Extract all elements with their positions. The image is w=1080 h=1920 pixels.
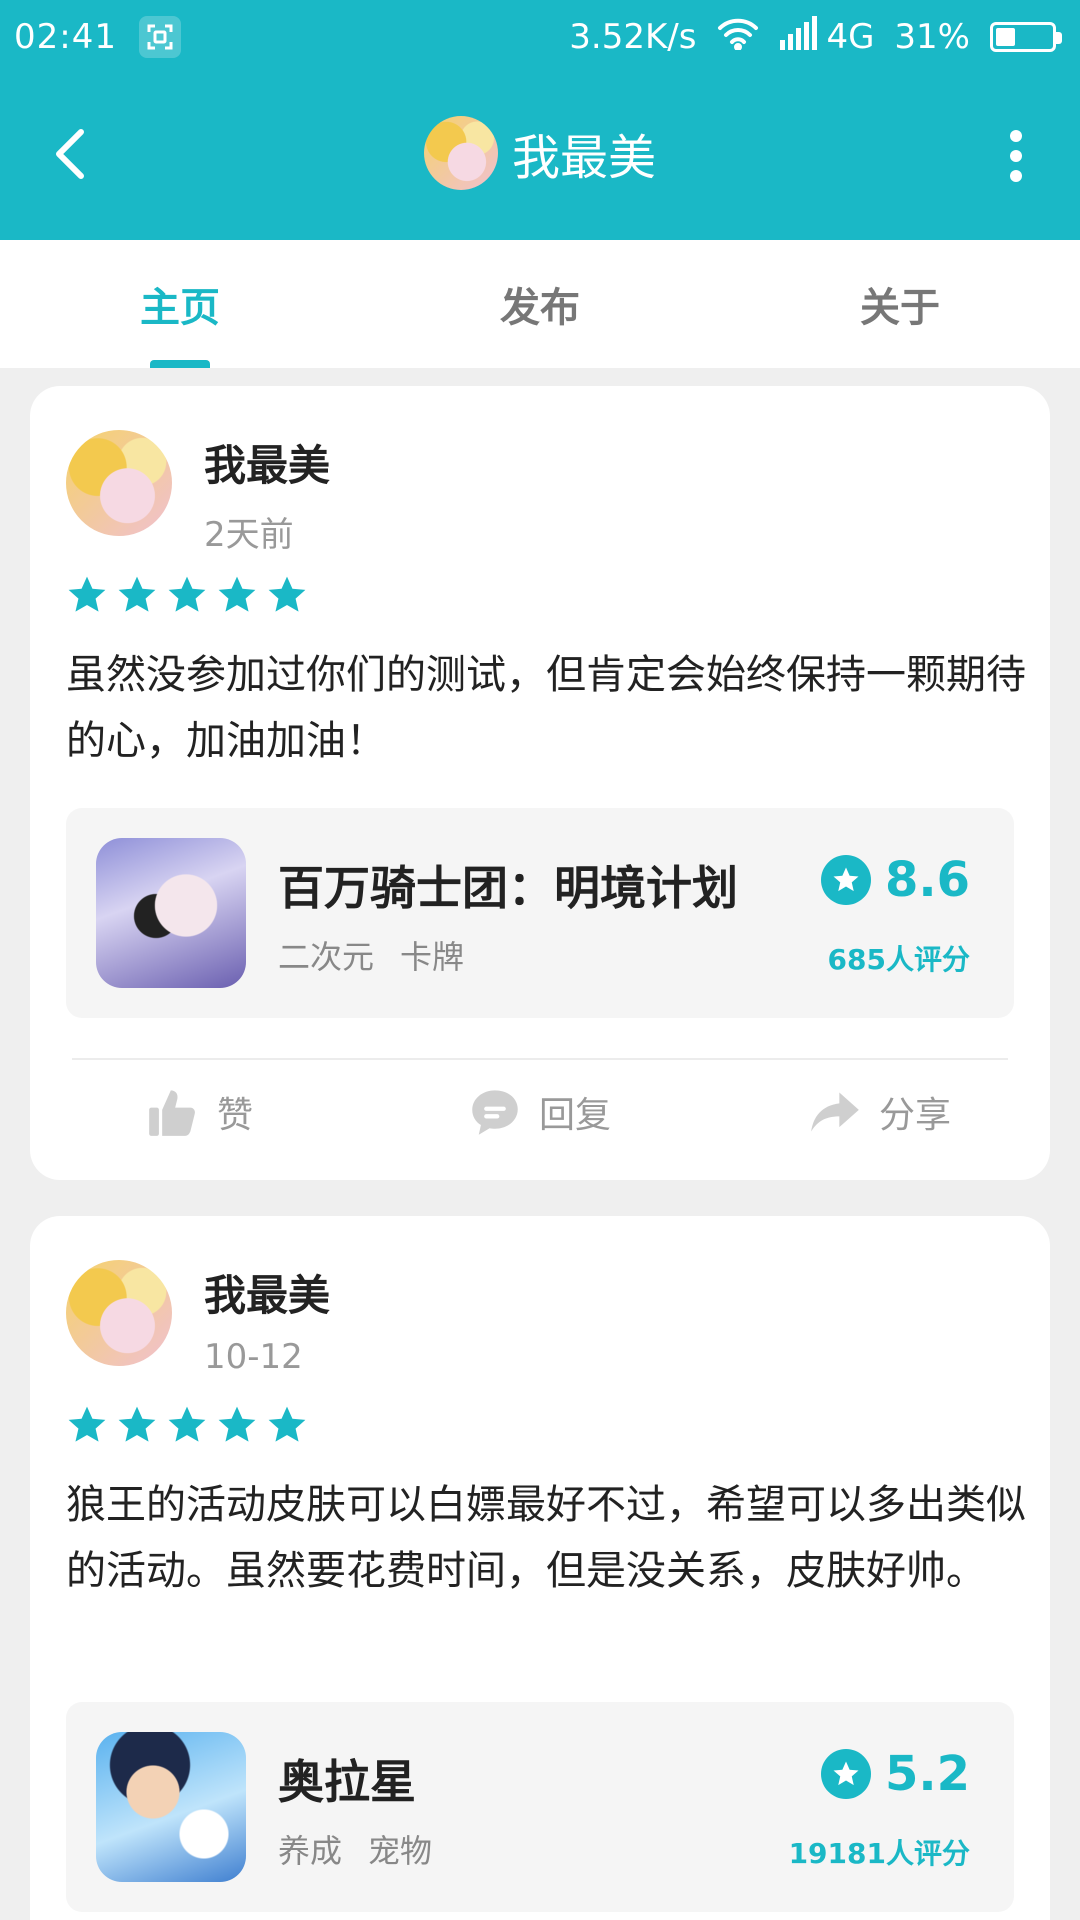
more-menu-button[interactable] — [996, 126, 1036, 186]
network-type: 4G — [826, 17, 875, 57]
game-tags: 养成 宠物 — [278, 1826, 432, 1872]
page-title: 我最美 — [511, 130, 656, 186]
game-tag: 卡牌 — [400, 938, 465, 976]
like-label: 赞 — [216, 1095, 253, 1136]
game-card[interactable]: 奥拉星 养成 宠物 5.2 19181人评分 — [66, 1702, 1014, 1912]
battery-percent: 31% — [894, 17, 970, 57]
star-icon — [218, 1406, 256, 1442]
post-time: 10-12 — [204, 1337, 303, 1377]
star-icon — [168, 576, 206, 612]
game-tag: 宠物 — [368, 1832, 433, 1870]
battery-icon — [990, 22, 1062, 52]
thumbs-up-icon — [149, 1090, 195, 1136]
share-label: 分享 — [878, 1095, 951, 1136]
review-text[interactable]: 虽然没参加过你们的测试，但肯定会始终保持一颗期待的心，加油加油！ — [66, 642, 1026, 774]
tab-posts[interactable]: 发布 — [360, 240, 720, 368]
rating-count: 685人评分 — [827, 943, 970, 976]
star-icon — [68, 576, 106, 612]
star-icon — [118, 576, 156, 612]
comment-icon — [472, 1090, 518, 1135]
tab-bar: 主页 发布 关于 — [0, 240, 1080, 368]
game-name: 奥拉星 — [278, 1755, 416, 1809]
post-card[interactable]: 我最美 2天前 虽然没参加过你们的测试，但肯定会始终保持一颗期待的心，加油加油！… — [30, 386, 1050, 1180]
status-bar: 02:41 3.52K/s 4G 31% — [0, 0, 1080, 74]
game-score: 5.2 — [820, 1746, 970, 1802]
post-actions: 赞 回复 分享 — [30, 1060, 1050, 1164]
like-button[interactable]: 赞 — [30, 1060, 370, 1164]
wifi-icon — [716, 16, 760, 59]
signal-icon — [780, 15, 820, 59]
author-name[interactable]: 我最美 — [204, 432, 330, 493]
game-tag: 二次元 — [278, 938, 375, 976]
avatar[interactable] — [66, 1260, 172, 1366]
score-value: 8.6 — [884, 852, 970, 908]
game-score: 8.6 — [820, 852, 970, 908]
reply-button[interactable]: 回复 — [370, 1060, 710, 1164]
tab-about[interactable]: 关于 — [720, 240, 1080, 368]
game-icon — [96, 838, 246, 988]
rating-stars — [66, 574, 308, 616]
title-bar: 我最美 — [0, 74, 1080, 240]
game-tag: 养成 — [278, 1832, 343, 1870]
author-name[interactable]: 我最美 — [204, 1262, 330, 1323]
post-header: 我最美 10-12 — [66, 1260, 330, 1377]
game-tags: 二次元 卡牌 — [278, 932, 464, 978]
screenshot-icon — [138, 16, 181, 58]
header-avatar — [423, 116, 498, 190]
avatar[interactable] — [66, 430, 172, 536]
network-speed: 3.52K/s — [569, 17, 697, 57]
star-icon — [268, 1406, 306, 1442]
star-icon — [68, 1406, 106, 1442]
post-time: 2天前 — [204, 515, 294, 555]
more-dot-icon — [1010, 130, 1022, 142]
game-card[interactable]: 百万骑士团：明境计划 二次元 卡牌 8.6 685人评分 — [66, 808, 1014, 1018]
star-icon — [168, 1406, 206, 1442]
star-icon — [118, 1406, 156, 1442]
star-icon — [218, 576, 256, 612]
rating-stars — [66, 1404, 308, 1446]
post-card[interactable]: 我最美 10-12 狼王的活动皮肤可以白嫖最好不过，希望可以多出类似的活动。虽然… — [30, 1216, 1050, 1920]
review-text[interactable]: 狼王的活动皮肤可以白嫖最好不过，希望可以多出类似的活动。虽然要花费时间，但是没关… — [66, 1472, 1026, 1604]
reply-label: 回复 — [538, 1095, 611, 1136]
tab-home[interactable]: 主页 — [0, 240, 360, 368]
star-icon — [268, 576, 306, 612]
share-arrow-icon — [811, 1092, 859, 1132]
star-badge-icon — [820, 855, 871, 905]
share-button[interactable]: 分享 — [710, 1060, 1050, 1164]
post-header: 我最美 2天前 — [66, 430, 330, 556]
game-icon — [96, 1732, 246, 1882]
score-value: 5.2 — [884, 1746, 970, 1802]
star-badge-icon — [820, 1749, 871, 1799]
rating-count: 19181人评分 — [788, 1837, 970, 1870]
game-name: 百万骑士团：明境计划 — [278, 861, 738, 915]
status-time: 02:41 — [14, 17, 117, 57]
